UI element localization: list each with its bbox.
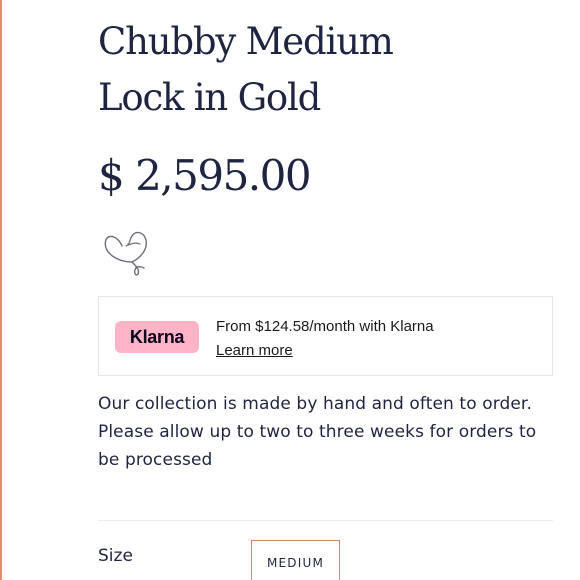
product-price: $ 2,595.00 (98, 151, 312, 200)
made-to-order-info: Our collection is made by hand and often… (98, 390, 558, 474)
info-line-2: Please allow up to two to three weeks fo… (98, 422, 537, 470)
product-title-line1: Chubby Medium (98, 20, 394, 63)
klarna-installment-text: From $124.58/month with Klarna (216, 318, 434, 335)
size-label: Size (98, 546, 133, 566)
klarna-promo-box: Klarna From $124.58/month with Klarna Le… (98, 296, 553, 376)
klarna-learn-more-link[interactable]: Learn more (216, 341, 293, 361)
product-title: Chubby Medium Lock in Gold (98, 14, 538, 126)
wishlist-button[interactable] (100, 222, 156, 278)
info-line-1: Our collection is made by hand and often… (98, 394, 532, 414)
breadcrumb-cutoff (98, 0, 338, 4)
section-divider (98, 520, 553, 521)
heart-icon (104, 231, 147, 276)
left-border-rule (0, 0, 2, 580)
size-option-medium[interactable]: MEDIUM (251, 540, 340, 580)
klarna-logo: Klarna (115, 321, 199, 353)
product-title-line2: Lock in Gold (98, 76, 321, 119)
